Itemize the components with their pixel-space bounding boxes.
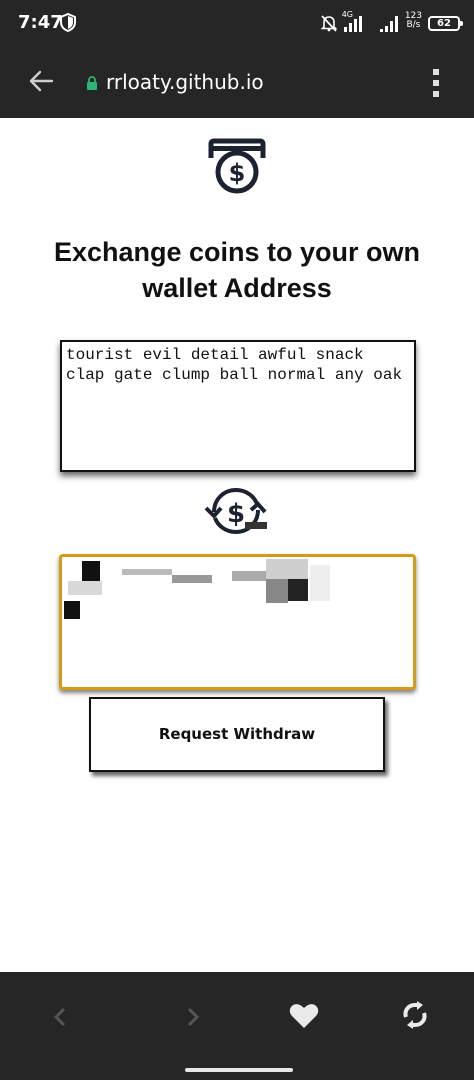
status-bar: 7:47 4G 123 B/s 62 xyxy=(0,0,474,46)
notifications-off-icon xyxy=(320,14,338,37)
wallet-address-textarea[interactable] xyxy=(59,554,416,690)
browser-bottom-nav xyxy=(0,972,474,1080)
redacted-block xyxy=(266,579,288,603)
heart-icon[interactable] xyxy=(289,1002,319,1035)
redacted-block xyxy=(310,565,330,601)
browser-url-bar: rrloaty.github.io xyxy=(0,46,474,118)
home-indicator[interactable] xyxy=(185,1068,293,1072)
seed-phrase-textarea[interactable]: tourist evil detail awful snack clap gat… xyxy=(60,340,416,472)
status-icons: 4G 123 B/s 62 xyxy=(300,10,463,37)
dollar-exchange-icon: $ xyxy=(204,486,270,541)
chevron-left-icon[interactable] xyxy=(52,1006,68,1033)
redacted-block xyxy=(68,581,102,595)
redacted-block xyxy=(172,575,212,583)
data-speed: 123 B/s xyxy=(405,12,422,30)
speed-unit: B/s xyxy=(406,20,421,30)
svg-text:$: $ xyxy=(229,159,246,187)
request-withdraw-button[interactable]: Request Withdraw xyxy=(89,697,385,772)
status-time: 7:47 xyxy=(18,12,63,33)
redacted-block xyxy=(266,559,308,579)
signal-icon-secondary xyxy=(380,16,398,37)
lock-icon xyxy=(86,76,98,95)
redacted-block xyxy=(122,569,172,575)
redacted-block xyxy=(64,601,80,619)
redacted-block xyxy=(232,571,266,581)
back-arrow-icon[interactable] xyxy=(28,68,54,99)
page-title: Exchange coins to your own wallet Addres… xyxy=(53,237,421,303)
signal-icon xyxy=(344,16,362,37)
shield-icon xyxy=(60,12,76,37)
chevron-right-icon[interactable] xyxy=(185,1006,201,1033)
atm-dollar-icon: $ xyxy=(205,138,269,201)
svg-text:$: $ xyxy=(227,499,245,529)
url-text[interactable]: rrloaty.github.io xyxy=(106,70,264,94)
refresh-icon[interactable] xyxy=(400,1000,430,1035)
redacted-block xyxy=(288,579,308,601)
more-menu-icon[interactable] xyxy=(432,68,440,103)
battery-icon: 62 xyxy=(428,16,463,31)
redacted-block xyxy=(82,561,100,581)
